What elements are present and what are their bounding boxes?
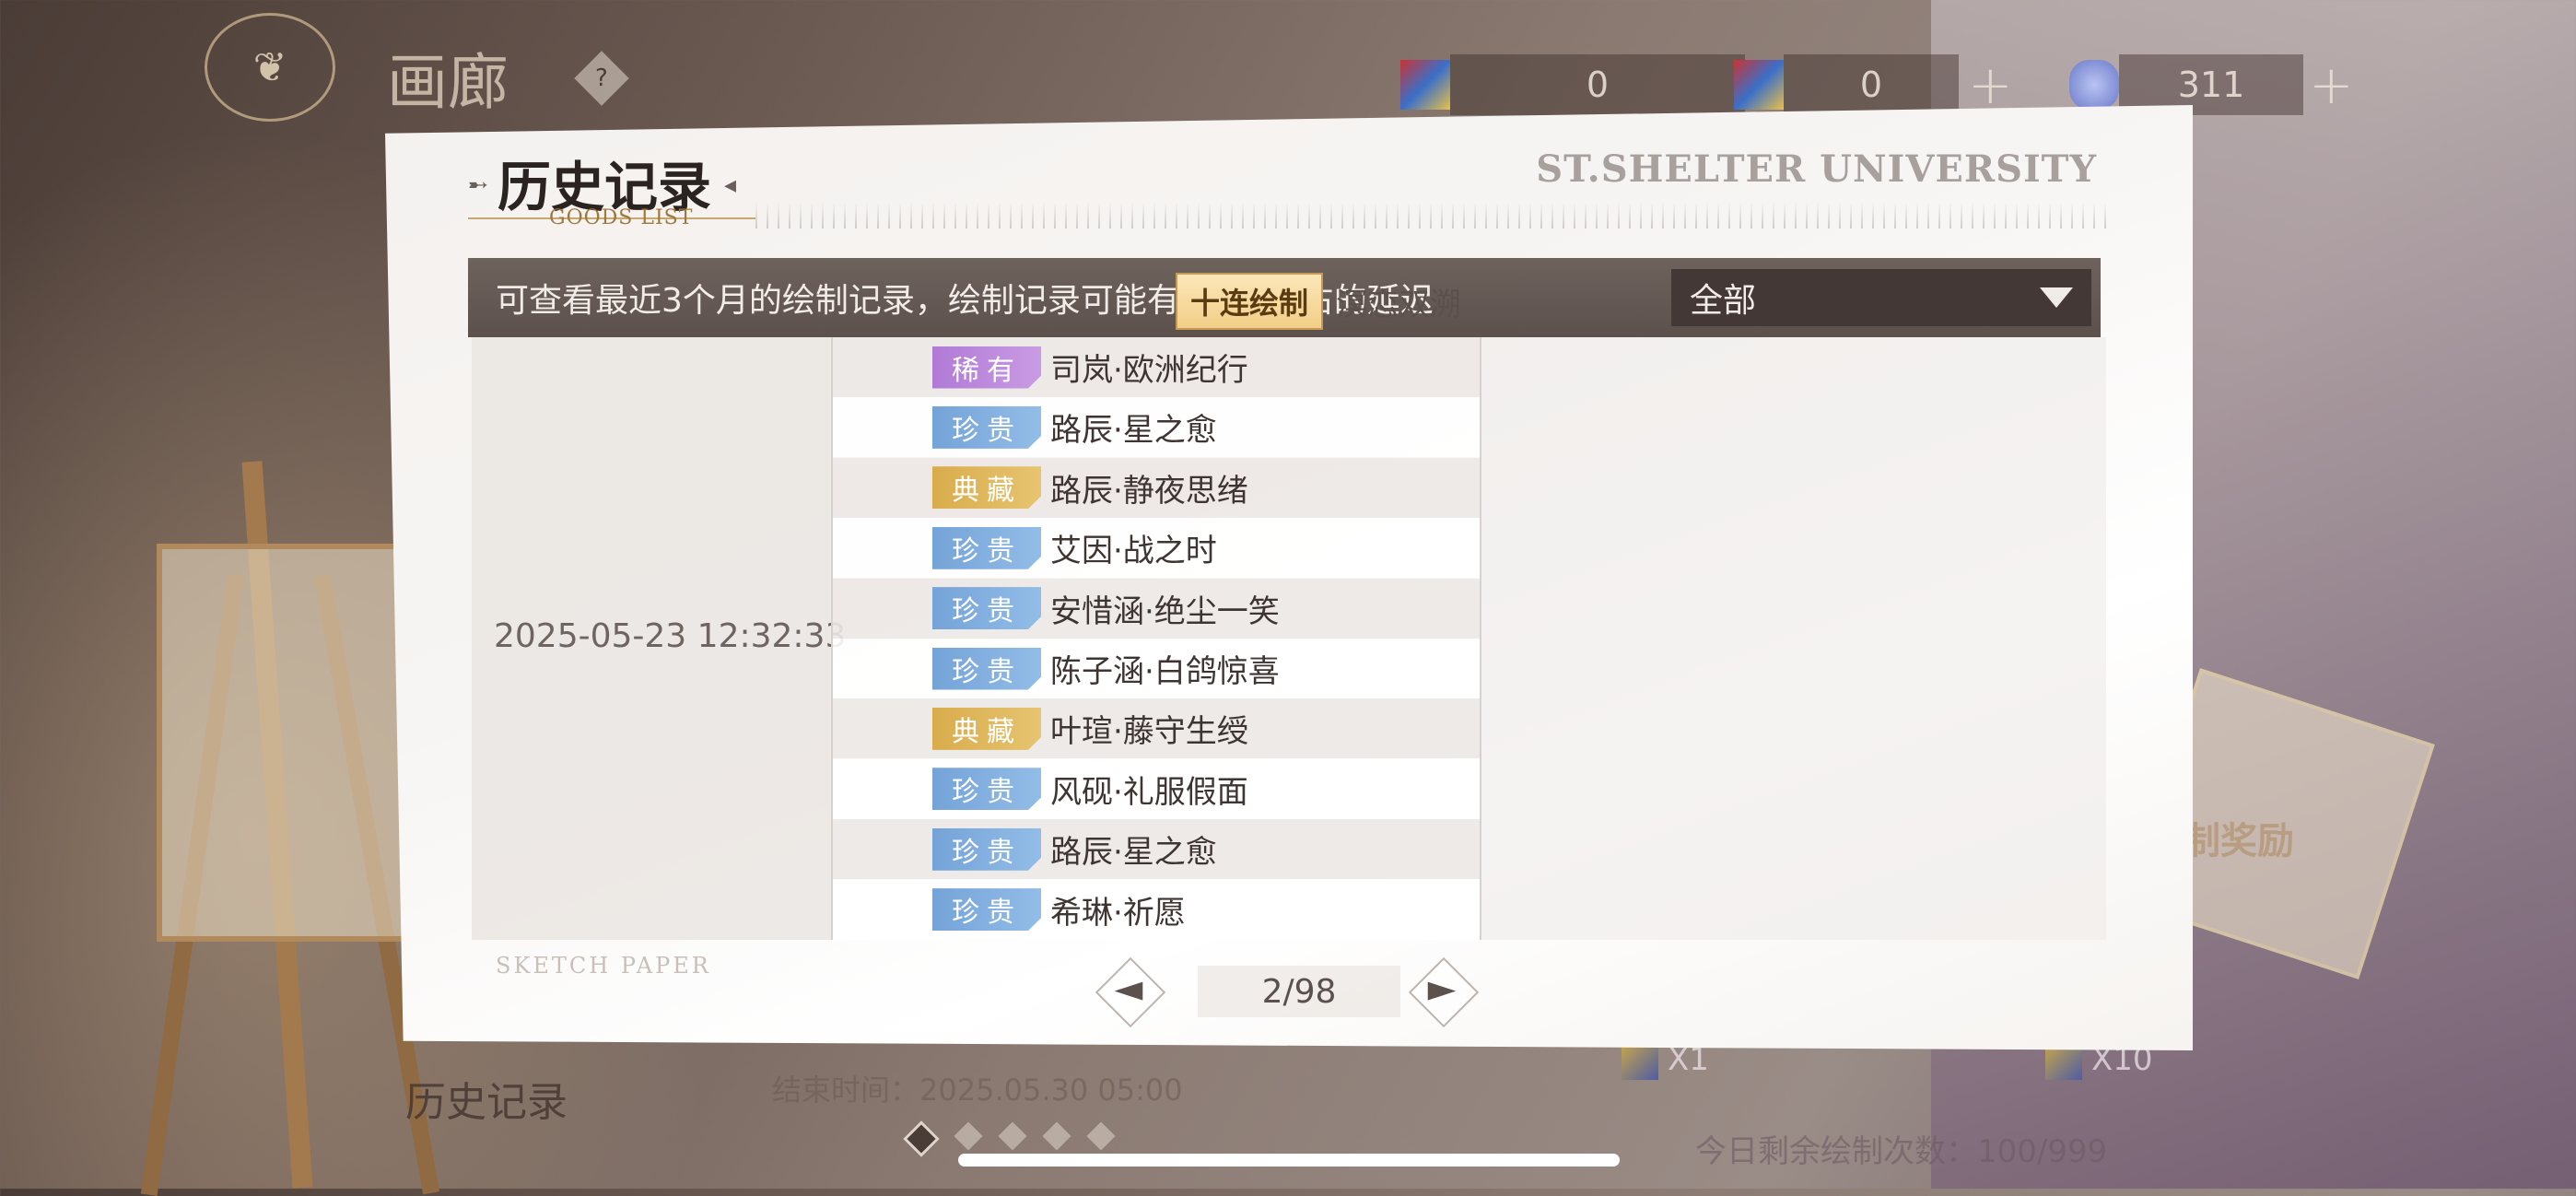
pager: ◄ 2/98 ►	[1095, 956, 1480, 1028]
arrow-left-icon: ◄	[1114, 967, 1143, 1010]
list-item: 珍贵 安惜涵·绝尘一笑	[833, 578, 1480, 639]
title-arrow-right-icon: ◂	[724, 171, 737, 199]
ruler-decoration	[755, 203, 2110, 229]
sketch-paper-watermark: SKETCH PAPER	[496, 953, 711, 979]
list-item: 典藏 叶瑄·藤守生绶	[833, 698, 1480, 759]
page-dot[interactable]	[1086, 1121, 1116, 1151]
list-item: 珍贵 陈子涵·白鸽惊喜	[833, 639, 1480, 698]
add-ticket-button[interactable]: +	[1968, 53, 2013, 116]
currency-ticket-a: 0	[1400, 52, 1745, 118]
list-item: 珍贵 路辰·星之愈	[833, 819, 1480, 880]
prev-page-button[interactable]: ◄	[1095, 956, 1166, 1028]
item-name: 路辰·静夜思绪	[1050, 472, 1248, 510]
type-column	[1481, 337, 2106, 940]
reward-label: 制奖励	[2184, 819, 2294, 862]
history-button[interactable]: 历史记录	[405, 1069, 568, 1128]
item-name: 路辰·星之愈	[1050, 412, 1217, 450]
date-column: 2025-05-23 12:32:33	[472, 337, 846, 940]
rarity-badge: 珍贵	[932, 827, 1041, 871]
add-gem-button[interactable]: +	[2309, 53, 2354, 116]
dialog-subtitle: GOODS LIST	[549, 206, 694, 229]
page-number: 2/98	[1198, 966, 1400, 1017]
draw-ticket-icon	[1734, 60, 1784, 110]
pool-name: 溟恋双溯	[1336, 286, 1462, 323]
rarity-badge: 珍贵	[932, 405, 1041, 449]
rarity-badge: 珍贵	[932, 768, 1041, 811]
rarity-badge: 珍贵	[932, 587, 1041, 630]
butterfly-icon[interactable]: ❦	[205, 13, 335, 122]
rarity-badge: 稀有	[932, 346, 1041, 389]
item-name: 陈子涵·白鸽惊喜	[1050, 653, 1280, 690]
draw-type-tag: 十连绘制	[1176, 273, 1324, 330]
rarity-badge: 珍贵	[932, 647, 1041, 690]
page-dot[interactable]	[954, 1121, 983, 1151]
rarity-badge: 珍贵	[932, 888, 1041, 932]
record-table: 2025-05-23 12:32:33 稀有 司岚·欧洲纪行 珍贵 路辰·星之愈 典藏路…	[472, 337, 2106, 940]
dropdown-arrow-icon	[2040, 287, 2073, 308]
list-item: 珍贵 希琳·祈愿	[833, 879, 1480, 940]
filter-dropdown[interactable]: 全部	[1671, 269, 2091, 326]
list-item: 典藏 路辰·静夜思绪	[833, 457, 1480, 518]
help-icon: ?	[595, 64, 608, 92]
item-name: 司岚·欧洲纪行	[1050, 352, 1248, 389]
filter-value: 全部	[1690, 282, 1757, 320]
title-arrow-left-icon: ➸	[468, 171, 488, 199]
event-end-time: 结束时间：2025.05.30 05:00	[772, 1073, 1183, 1108]
items-column: 稀有 司岚·欧洲纪行 珍贵 路辰·星之愈 典藏 路辰·静夜思绪 珍贵 艾因·战之时 珍贵 安惜涵·…	[831, 337, 1481, 940]
page-indicator	[903, 1120, 1116, 1157]
record-datetime: 2025-05-23 12:32:33	[494, 617, 847, 655]
page-dot[interactable]	[998, 1121, 1027, 1151]
next-page-button[interactable]: ►	[1408, 956, 1480, 1028]
list-item: 珍贵 艾因·战之时	[833, 518, 1480, 579]
page-dot-active[interactable]	[903, 1120, 940, 1157]
list-item: 珍贵 路辰·星之愈	[833, 397, 1480, 458]
home-indicator[interactable]	[958, 1154, 1620, 1167]
rarity-badge: 典藏	[932, 466, 1041, 510]
gem-icon	[2069, 60, 2119, 110]
item-name: 叶瑄·藤守生绶	[1050, 713, 1248, 751]
item-name: 路辰·星之愈	[1050, 834, 1217, 872]
list-item: 珍贵 风砚·礼服假面	[833, 758, 1480, 819]
draw-ticket-icon	[1400, 60, 1450, 110]
item-name: 希琳·祈愿	[1050, 894, 1186, 932]
remaining-draws: 今日剩余绘制次数：100/999	[1695, 1133, 2108, 1170]
arrow-right-icon: ►	[1427, 967, 1457, 1010]
item-name: 安惜涵·绝尘一笑	[1050, 592, 1280, 630]
draw-type: 十连绘制 溟恋双溯	[1176, 273, 1461, 330]
rarity-badge: 典藏	[932, 707, 1041, 750]
brand-logo: ST.SHELTER UNIVERSITY	[1536, 147, 2097, 191]
item-name: 艾因·战之时	[1050, 533, 1217, 570]
item-name: 风砚·礼服假面	[1050, 773, 1248, 811]
draw-ticket-icon	[1622, 1042, 1658, 1080]
rarity-badge: 珍贵	[932, 526, 1041, 569]
gallery-title: 画廊	[387, 47, 509, 118]
currency-ticket-b: 0 +	[1734, 52, 2013, 118]
page-dot[interactable]	[1042, 1121, 1071, 1151]
list-item: 稀有 司岚·欧洲纪行	[833, 337, 1480, 397]
